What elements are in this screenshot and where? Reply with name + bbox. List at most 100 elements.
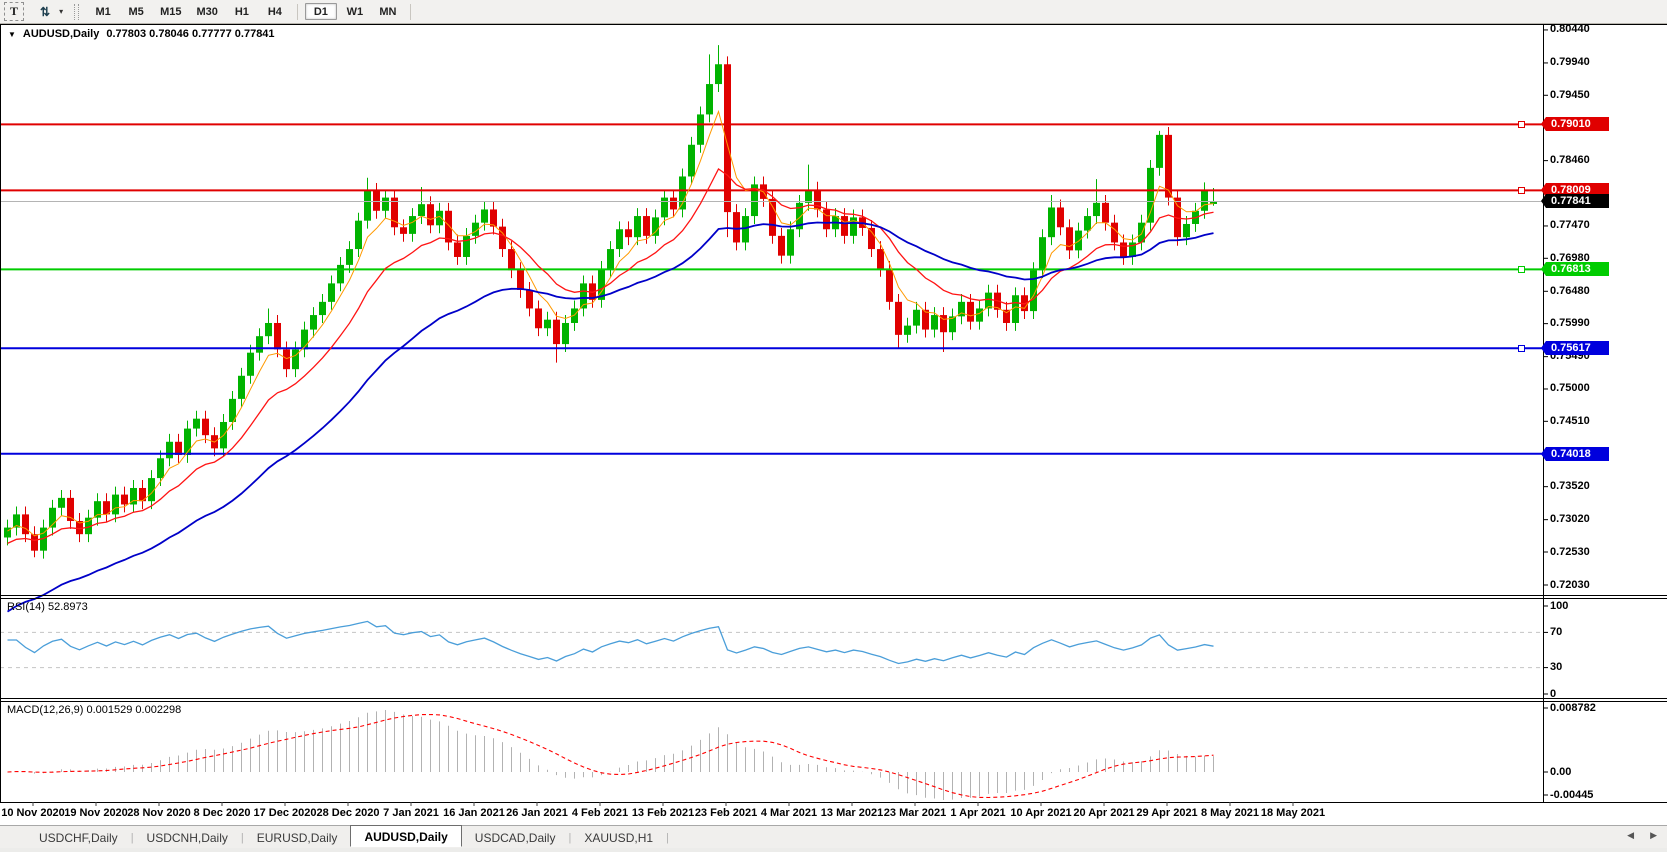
date-tick-label: 19 Nov 2020 bbox=[64, 807, 128, 819]
tab-usdchf[interactable]: USDCHF,Daily bbox=[26, 829, 131, 847]
candle-body bbox=[643, 216, 650, 236]
rsi-tick-label: 70 bbox=[1550, 626, 1562, 638]
candle-body bbox=[1048, 207, 1055, 237]
candle-body bbox=[1039, 237, 1046, 270]
terminal-window: T ⇅ ▾ M1M5M15M30H1H4D1W1MN ▼ AUDUSD,Dail… bbox=[0, 0, 1667, 852]
candle-body bbox=[112, 495, 119, 515]
macd-signal-line bbox=[8, 715, 1214, 798]
candle-body bbox=[202, 419, 209, 436]
candle-body bbox=[31, 534, 38, 551]
tab-eurusd[interactable]: EURUSD,Daily bbox=[244, 829, 351, 847]
candle-body bbox=[355, 221, 362, 249]
tab-audusd[interactable]: AUDUSD,Daily bbox=[350, 825, 461, 847]
candle-body bbox=[328, 283, 335, 301]
ma-medium-line bbox=[8, 169, 1214, 543]
date-tick-label: 4 Feb 2021 bbox=[572, 807, 628, 819]
candle-body bbox=[1165, 135, 1172, 198]
candle-body bbox=[562, 323, 569, 344]
date-tick-label: 16 Jan 2021 bbox=[443, 807, 505, 819]
date-tick-label: 26 Jan 2021 bbox=[506, 807, 568, 819]
candle-body bbox=[400, 227, 407, 234]
candle-body bbox=[1102, 203, 1109, 223]
price-tick-label: 0.73520 bbox=[1550, 480, 1590, 492]
price-level-tag[interactable]: 0.74018 bbox=[1546, 447, 1609, 461]
date-tick-label: 13 Feb 2021 bbox=[632, 807, 694, 819]
price-tick-label: 0.78460 bbox=[1550, 154, 1590, 166]
price-tick-label: 0.79450 bbox=[1550, 89, 1590, 101]
tab-usdcnh[interactable]: USDCNH,Daily bbox=[134, 829, 241, 847]
chart-title: ▼ AUDUSD,Daily 0.77803 0.78046 0.77777 0… bbox=[8, 28, 275, 40]
price-level-tag[interactable]: 0.75617 bbox=[1546, 341, 1609, 355]
price-tick-label: 0.76480 bbox=[1550, 285, 1590, 297]
candle-body bbox=[265, 323, 272, 336]
date-tick-label: 23 Feb 2021 bbox=[695, 807, 757, 819]
candle-body bbox=[1084, 216, 1091, 231]
candle-body bbox=[373, 191, 380, 211]
candle-body bbox=[238, 376, 245, 399]
candle-body bbox=[121, 495, 128, 505]
candle-body bbox=[526, 290, 533, 308]
price-tick-label: 0.72030 bbox=[1550, 579, 1590, 591]
date-tick-label: 10 Apr 2021 bbox=[1010, 807, 1071, 819]
chart-tab-bar: USDCHF,Daily|USDCNH,Daily|EURUSD,DailyAU… bbox=[0, 825, 1667, 849]
candle-body bbox=[337, 265, 344, 283]
candle-body bbox=[157, 458, 164, 478]
price-tick-label: 0.75990 bbox=[1550, 317, 1590, 329]
candle-body bbox=[535, 308, 542, 328]
candle-body bbox=[1111, 223, 1118, 243]
candle-body bbox=[364, 191, 371, 221]
status-strip bbox=[0, 848, 1667, 852]
date-tick-label: 1 Apr 2021 bbox=[950, 807, 1005, 819]
macd-tick-label: -0.00445 bbox=[1550, 789, 1593, 801]
rsi-tick-label: 30 bbox=[1550, 661, 1562, 673]
tab-usdcad[interactable]: USDCAD,Daily bbox=[462, 829, 569, 847]
candle-body bbox=[742, 216, 749, 242]
candle-body bbox=[607, 249, 614, 269]
candle-body bbox=[454, 242, 461, 257]
candle-body bbox=[382, 198, 389, 211]
tab-separator: | bbox=[666, 832, 669, 844]
date-tick-label: 18 May 2021 bbox=[1261, 807, 1325, 819]
tab-xauusd[interactable]: XAUUSD,H1 bbox=[571, 829, 666, 847]
candle-body bbox=[877, 249, 884, 269]
candle-body bbox=[706, 84, 713, 114]
tab-scroll-left-icon[interactable]: ◀ bbox=[1627, 830, 1634, 841]
candle-body bbox=[787, 229, 794, 255]
line-handle[interactable] bbox=[1518, 187, 1525, 194]
date-tick-label: 23 Mar 2021 bbox=[884, 807, 946, 819]
candle-body bbox=[1057, 207, 1064, 227]
price-level-tag[interactable]: 0.76813 bbox=[1546, 262, 1609, 276]
candle-body bbox=[967, 302, 974, 322]
line-handle[interactable] bbox=[1518, 266, 1525, 273]
date-tick-label: 17 Dec 2020 bbox=[254, 807, 317, 819]
candle-body bbox=[1075, 231, 1082, 251]
line-handle[interactable] bbox=[1518, 345, 1525, 352]
tab-scroll-right-icon[interactable]: ▶ bbox=[1650, 830, 1657, 841]
candle-body bbox=[715, 64, 722, 84]
line-handle[interactable] bbox=[1518, 121, 1525, 128]
candle-body bbox=[1183, 224, 1190, 237]
candle-body bbox=[904, 326, 911, 335]
date-tick-label: 7 Jan 2021 bbox=[383, 807, 439, 819]
candle-body bbox=[733, 212, 740, 242]
rsi-tick-label: 0 bbox=[1550, 688, 1556, 700]
candle-body bbox=[445, 211, 452, 243]
candle-body bbox=[931, 315, 938, 330]
date-tick-label: 8 Dec 2020 bbox=[194, 807, 251, 819]
price-level-tag[interactable]: 0.79010 bbox=[1546, 117, 1609, 131]
candle-body bbox=[679, 176, 686, 209]
candle-body bbox=[319, 302, 326, 315]
candle-body bbox=[463, 236, 470, 257]
chart-canvas bbox=[0, 0, 1667, 852]
rsi-tick-label: 100 bbox=[1550, 600, 1568, 612]
collapse-icon[interactable]: ▼ bbox=[8, 30, 16, 39]
candle-body bbox=[850, 217, 857, 235]
candle-body bbox=[544, 320, 551, 329]
candle-body bbox=[823, 209, 830, 229]
price-tick-label: 0.80440 bbox=[1550, 23, 1590, 35]
symbol-period-label: AUDUSD,Daily bbox=[23, 28, 99, 40]
candle-body bbox=[166, 442, 173, 459]
candle-body bbox=[976, 308, 983, 321]
candle-body bbox=[805, 190, 812, 203]
price-tick-label: 0.72530 bbox=[1550, 546, 1590, 558]
